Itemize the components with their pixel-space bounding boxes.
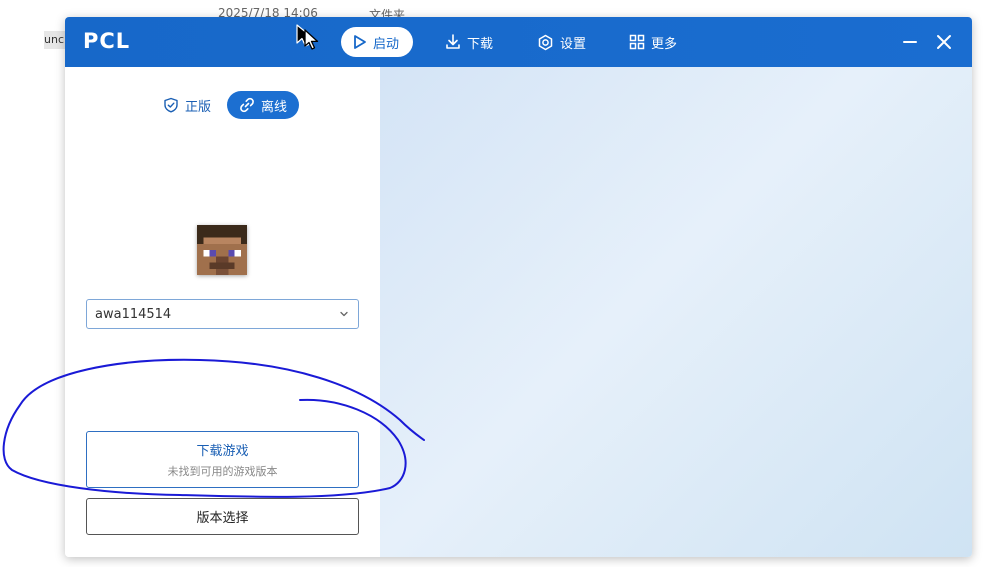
tab-offline[interactable]: 离线 xyxy=(227,91,300,119)
download-game-button[interactable]: 下载游戏 未找到可用的游戏版本 xyxy=(86,431,359,488)
minimize-icon xyxy=(903,41,917,43)
nav-launch-label: 启动 xyxy=(373,36,400,52)
gear-icon xyxy=(538,34,553,50)
grid-icon xyxy=(629,34,645,50)
nav-download[interactable]: 下载 xyxy=(445,27,493,57)
auth-tabs: 正版 离线 xyxy=(151,91,300,119)
nav-launch[interactable]: 启动 xyxy=(341,27,414,57)
minimize-button[interactable] xyxy=(898,30,922,54)
nav-settings-label: 设置 xyxy=(560,36,587,52)
main-content-area xyxy=(380,67,972,557)
tab-official[interactable]: 正版 xyxy=(151,91,223,119)
download-game-subtitle: 未找到可用的游戏版本 xyxy=(167,465,278,478)
username-select[interactable]: awa114514 xyxy=(86,299,359,329)
sidebar: 正版 离线 awa114514 下载游戏 未找到可用的游戏版本 版本选择 xyxy=(65,67,380,557)
title-bar[interactable]: PCL 启动 下载 设置 更多 xyxy=(65,17,972,67)
nav-more-label: 更多 xyxy=(651,36,678,52)
tab-offline-label: 离线 xyxy=(261,99,288,115)
avatar xyxy=(197,225,247,275)
play-icon xyxy=(354,35,366,49)
link-icon xyxy=(240,97,254,113)
username-value: awa114514 xyxy=(95,306,172,322)
shield-check-icon xyxy=(164,97,178,113)
nav-download-label: 下载 xyxy=(467,36,494,52)
version-select-button[interactable]: 版本选择 xyxy=(86,498,359,535)
close-button[interactable] xyxy=(932,30,956,54)
mouse-cursor-icon xyxy=(296,24,319,50)
pcl-window: PCL 启动 下载 设置 更多 正版 离线 awa114514 下载游戏 未找到… xyxy=(65,17,972,557)
download-game-title: 下载游戏 xyxy=(196,444,249,459)
app-title: PCL xyxy=(83,29,131,53)
tab-official-label: 正版 xyxy=(185,99,212,115)
chevron-down-icon xyxy=(340,311,348,317)
nav-more[interactable]: 更多 xyxy=(629,27,677,57)
nav-settings[interactable]: 设置 xyxy=(537,27,586,57)
download-icon xyxy=(446,34,460,49)
close-icon xyxy=(937,35,951,49)
